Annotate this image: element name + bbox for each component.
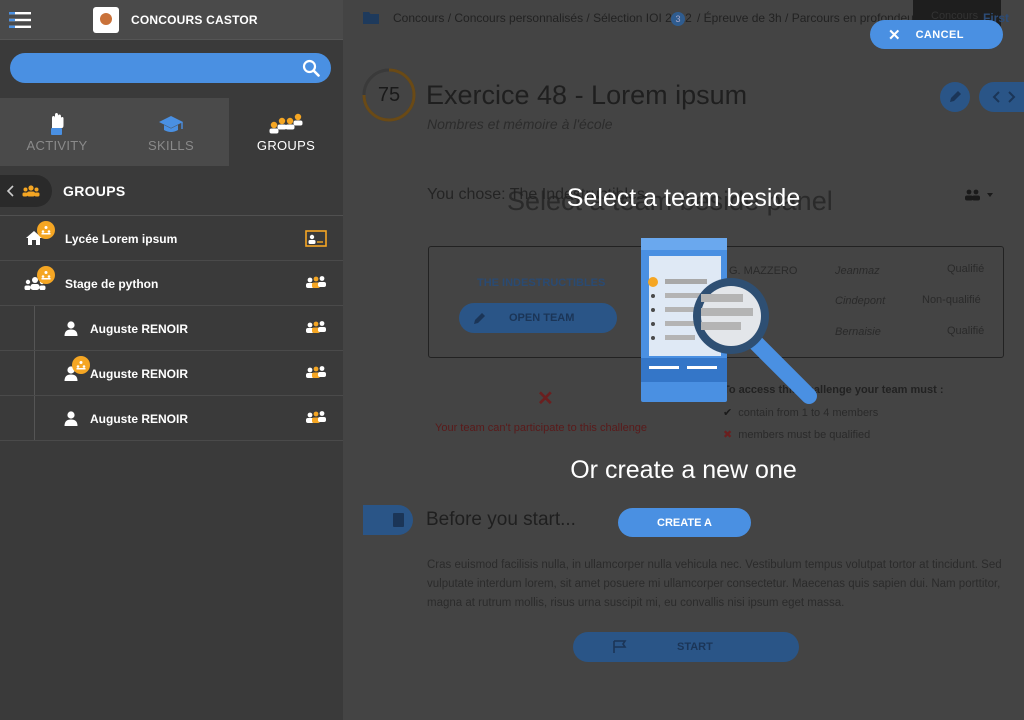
- hamburger-menu-button[interactable]: [0, 0, 40, 40]
- overlay-title: Select a team beside: [566, 184, 801, 212]
- tab-activity-label: ACTIVITY: [26, 138, 88, 153]
- cancel-button[interactable]: ✕ CANCEL: [870, 20, 1003, 49]
- group-badge-icon: [37, 266, 55, 284]
- sidebar: CONCOURS CASTOR ACTIVITY SKILLS GROUPS G…: [0, 0, 343, 720]
- search-input[interactable]: [22, 58, 292, 78]
- cancel-label: CANCEL: [915, 28, 964, 41]
- group-item-label: Stage de python: [65, 277, 159, 291]
- group-badge-icon: [72, 356, 90, 374]
- sidebar-tabs: ACTIVITY SKILLS GROUPS: [0, 98, 343, 166]
- document-search-icon: [641, 238, 817, 404]
- group-item-stage-python[interactable]: Stage de python: [0, 261, 343, 306]
- group-item-lycee[interactable]: Lycée Lorem ipsum: [0, 216, 343, 261]
- group-manage-icon[interactable]: [305, 275, 327, 289]
- graduation-cap-icon: [159, 116, 183, 132]
- close-icon: ✕: [888, 26, 901, 44]
- menu-icon: [9, 11, 31, 28]
- user-icon: [64, 321, 78, 336]
- search-bar: [10, 53, 331, 83]
- people-group-icon: [269, 113, 303, 134]
- group-manage-icon[interactable]: [305, 365, 327, 379]
- member-item-label: Auguste RENOIR: [90, 412, 189, 426]
- member-item[interactable]: Auguste RENOIR: [0, 351, 343, 396]
- groups-header: GROUPS: [0, 166, 343, 216]
- tab-groups[interactable]: GROUPS: [229, 98, 343, 166]
- app-title: CONCOURS CASTOR: [131, 12, 258, 27]
- user-icon: [64, 411, 78, 426]
- group-item-label: Lycée Lorem ipsum: [65, 232, 178, 246]
- tab-groups-label: GROUPS: [256, 138, 316, 153]
- search-icon[interactable]: [302, 59, 320, 77]
- groups-title: GROUPS: [63, 183, 126, 199]
- member-item[interactable]: Auguste RENOIR: [0, 396, 343, 441]
- back-button[interactable]: [0, 175, 52, 207]
- hand-icon: [51, 113, 64, 135]
- tab-activity[interactable]: ACTIVITY: [0, 98, 114, 166]
- overlay-subtitle: Or create a new one: [570, 456, 797, 484]
- chevron-left-icon: [6, 185, 14, 197]
- group-manage-icon[interactable]: [305, 320, 327, 334]
- member-item-label: Auguste RENOIR: [90, 322, 189, 336]
- create-team-button[interactable]: CREATE A: [618, 508, 751, 537]
- app-logo: [93, 6, 119, 33]
- tab-skills-label: SKILLS: [148, 138, 194, 153]
- member-item-label: Auguste RENOIR: [90, 367, 189, 381]
- team-select-overlay: ✕ CANCEL Select a team beside panel Sele…: [343, 0, 1024, 720]
- classroom-icon[interactable]: [305, 230, 327, 247]
- member-item[interactable]: Auguste RENOIR: [0, 306, 343, 351]
- tab-skills[interactable]: SKILLS: [114, 98, 228, 166]
- group-badge-icon: [37, 221, 55, 239]
- sidebar-topbar: CONCOURS CASTOR: [0, 0, 343, 40]
- users-icon: [22, 185, 40, 197]
- group-manage-icon[interactable]: [305, 410, 327, 424]
